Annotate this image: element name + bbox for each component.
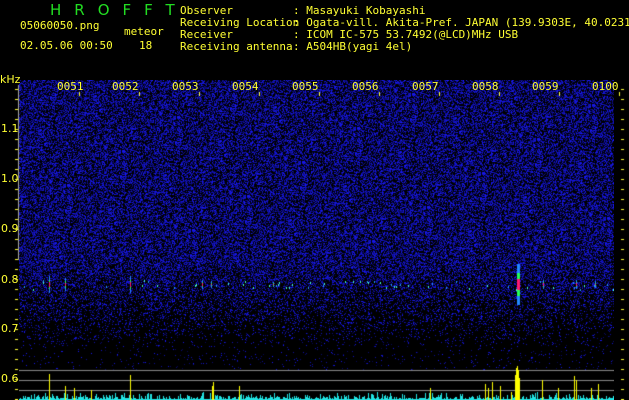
- y-tick-label: 1.1: [1, 122, 19, 135]
- x-tick-label: 0052: [112, 80, 139, 93]
- y-tick-label: 0.6: [1, 372, 19, 385]
- y-tick-label: 0.7: [1, 322, 19, 335]
- meteor-count: 18: [139, 39, 153, 52]
- datetime: 02.05.06 00:50: [20, 39, 113, 52]
- app-title: HROFFT: [50, 1, 188, 19]
- y-axis-unit: kHz: [0, 73, 21, 86]
- meteor-label: meteor: [124, 25, 164, 38]
- x-tick-label: 0100: [592, 80, 619, 93]
- info-value-antenna: : A504HB(yagi 4el): [293, 40, 413, 53]
- x-tick-label: 0055: [292, 80, 319, 93]
- x-tick-label: 0056: [352, 80, 379, 93]
- info-label-antenna: Receiving antenna: [180, 40, 293, 53]
- y-tick-label: 0.8: [1, 273, 19, 286]
- x-tick-label: 0058: [472, 80, 499, 93]
- x-tick-label: 0059: [532, 80, 559, 93]
- axes-ticks: [0, 0, 629, 400]
- y-tick-label: 0.9: [1, 222, 19, 235]
- x-tick-label: 0057: [412, 80, 439, 93]
- y-tick-label: 1.0: [1, 172, 19, 185]
- filename: 05060050.png: [20, 19, 100, 32]
- x-tick-label: 0053: [172, 80, 199, 93]
- x-tick-label: 0051: [57, 80, 84, 93]
- x-tick-label: 0054: [232, 80, 259, 93]
- spectrogram: [19, 80, 614, 400]
